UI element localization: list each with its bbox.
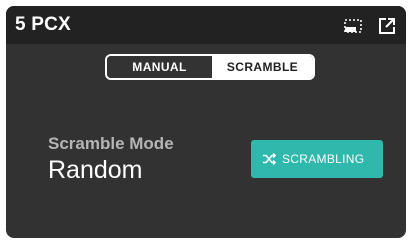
scrambling-button-label: SCRAMBLING bbox=[282, 152, 365, 166]
tile-card: 5 PCX MANUAL SCRAMBLE Scramble Mode Rand… bbox=[6, 6, 406, 238]
mode-toggle: MANUAL SCRAMBLE bbox=[105, 54, 315, 80]
fullscreen-select-icon[interactable] bbox=[343, 16, 363, 36]
scramble-mode-label: Scramble Mode bbox=[48, 134, 174, 153]
tab-scramble[interactable]: SCRAMBLE bbox=[212, 56, 313, 78]
scrambling-button[interactable]: SCRAMBLING bbox=[251, 140, 383, 178]
shuffle-icon bbox=[262, 152, 276, 166]
open-external-icon[interactable] bbox=[377, 16, 397, 36]
scramble-mode-value: Random bbox=[48, 156, 143, 184]
tile-header: 5 PCX bbox=[6, 6, 406, 44]
tile-title: 5 PCX bbox=[15, 14, 71, 35]
tab-manual[interactable]: MANUAL bbox=[107, 56, 212, 78]
